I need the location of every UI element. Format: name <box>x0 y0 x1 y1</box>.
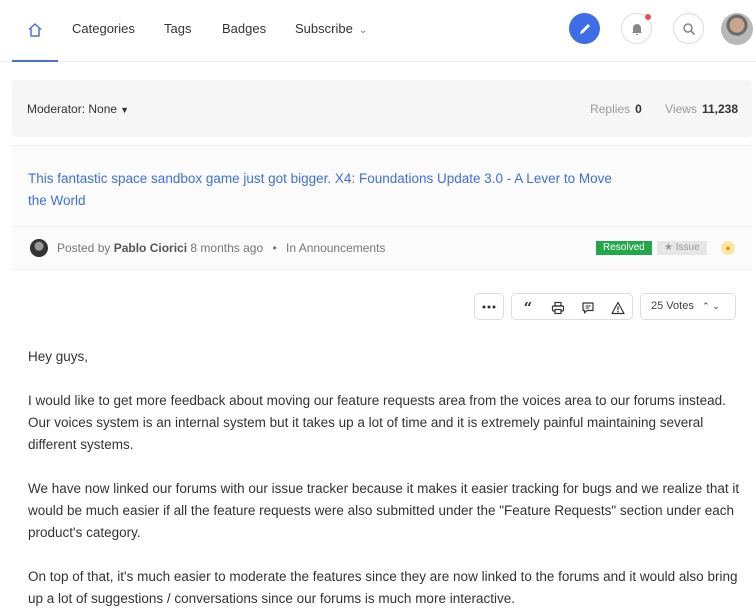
author-name[interactable]: Pablo Ciorici <box>114 241 187 255</box>
downvote-icon[interactable]: ⌄ <box>712 301 720 311</box>
views-label: Views <box>665 102 697 116</box>
topic-stats: Replies 0 Views 11,238 <box>590 102 738 116</box>
user-avatar[interactable] <box>721 13 753 45</box>
resolved-badge: Resolved <box>596 241 652 255</box>
post-actions-group: “ <box>511 293 633 320</box>
posted-by-label: Posted by <box>57 241 111 255</box>
separator-dot: • <box>272 241 277 255</box>
search-button[interactable] <box>673 13 704 44</box>
star-icon: ★ <box>664 242 673 253</box>
post-paragraph: I would like to get more feedback about … <box>28 393 726 452</box>
vote-arrows: ⌃ ⌄ <box>702 294 720 319</box>
post-time: 8 months ago <box>190 241 264 255</box>
nav-tags[interactable]: Tags <box>164 21 191 36</box>
nav-categories[interactable]: Categories <box>72 21 135 36</box>
post-paragraph: Hey guys, <box>28 349 89 364</box>
bell-icon <box>631 23 642 35</box>
print-icon <box>551 301 565 314</box>
warning-icon <box>611 301 625 314</box>
quote-button[interactable]: “ <box>513 294 543 321</box>
post-body: Hey guys, I would like to get more feedb… <box>28 346 740 614</box>
divider <box>12 226 752 227</box>
replies-count: 0 <box>635 102 642 116</box>
views-count: 11,238 <box>701 102 738 116</box>
chevron-down-icon: ⌄ <box>358 25 368 36</box>
nav-subscribe[interactable]: Subscribe ⌄ <box>295 21 367 36</box>
post-paragraph: On top of that, it's much easier to mode… <box>28 569 738 606</box>
search-icon <box>682 22 695 35</box>
moderator-bar: Moderator: None ▼ Replies 0 Views 11,238 <box>12 80 752 137</box>
comment-icon <box>582 301 594 314</box>
comment-button[interactable] <box>573 294 603 321</box>
more-options-button[interactable] <box>474 293 504 320</box>
moderator-label: Moderator: <box>27 102 86 116</box>
topic-header: This fantastic space sandbox game just g… <box>12 145 752 269</box>
chevron-down-icon: ▼ <box>120 105 129 115</box>
votes-count: 25 Votes <box>651 300 694 312</box>
moderator-select[interactable]: Moderator: None ▼ <box>27 102 129 116</box>
report-button[interactable] <box>603 294 633 321</box>
issue-label: Issue <box>675 242 700 253</box>
nav-badges[interactable]: Badges <box>222 21 266 36</box>
author-avatar[interactable] <box>30 239 48 257</box>
votes-control: 25 Votes ⌃ ⌄ <box>640 293 736 320</box>
quote-icon: “ <box>523 298 533 317</box>
compose-button[interactable] <box>569 13 600 44</box>
moderator-value: None <box>88 102 118 116</box>
pencil-icon <box>579 23 590 34</box>
print-button[interactable] <box>543 294 573 321</box>
issue-badge: ★ Issue <box>657 241 707 255</box>
topic-meta: Posted by Pablo Ciorici 8 months ago • I… <box>57 241 385 255</box>
topic-category[interactable]: In Announcements <box>286 241 385 255</box>
nav-subscribe-label: Subscribe <box>295 21 353 36</box>
more-icon <box>482 305 496 308</box>
replies-label: Replies <box>590 102 631 116</box>
home-icon <box>28 23 42 37</box>
top-nav: Categories Tags Badges Subscribe ⌄ <box>0 0 756 62</box>
upvote-icon[interactable]: ⌃ <box>702 301 710 311</box>
fire-icon: ● <box>721 241 735 255</box>
notification-dot <box>644 13 652 21</box>
home-tab[interactable] <box>12 0 58 62</box>
topic-title[interactable]: This fantastic space sandbox game just g… <box>28 168 628 212</box>
divider <box>12 269 752 270</box>
post-paragraph: We have now linked our forums with our i… <box>28 481 740 540</box>
